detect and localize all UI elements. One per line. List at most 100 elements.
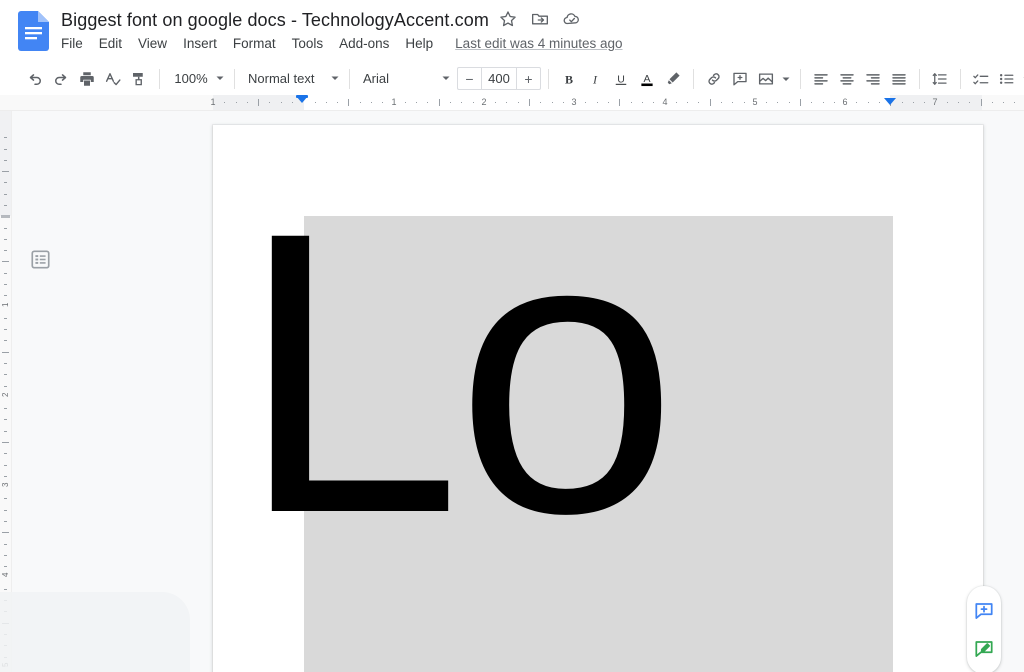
text-color-icon[interactable]: A <box>634 66 660 92</box>
ruler-number: 6 <box>842 97 848 107</box>
vruler-tick <box>4 453 7 455</box>
cloud-saved-icon[interactable] <box>562 9 582 29</box>
svg-text:A: A <box>643 73 650 85</box>
insert-image-dropdown-chevron-down-icon[interactable] <box>779 66 793 92</box>
horizontal-ruler[interactable]: 1 1 2 3 4 5 6 7 <box>0 95 1024 111</box>
vertical-scrollbar[interactable] <box>1017 111 1024 672</box>
ruler-tick <box>314 102 316 103</box>
ruler-tick <box>224 102 226 103</box>
menu-item-insert[interactable]: Insert <box>175 34 225 54</box>
vruler-tick <box>2 351 9 353</box>
page-title[interactable]: Biggest font on google docs - Technology… <box>61 10 489 31</box>
vruler-tick <box>4 317 7 319</box>
menu-item-edit[interactable]: Edit <box>91 34 130 54</box>
checklist-icon[interactable] <box>968 66 994 92</box>
last-edit-status[interactable]: Last edit was 4 minutes ago <box>455 34 622 54</box>
ruler-tick <box>743 102 745 103</box>
vruler-top-margin-zone <box>0 111 11 216</box>
vruler-tick <box>2 442 9 444</box>
ruler-tick <box>732 102 734 103</box>
menu-item-help[interactable]: Help <box>397 34 441 54</box>
ruler-tick <box>427 102 429 103</box>
line-spacing-icon[interactable] <box>927 66 953 92</box>
vruler-tick <box>4 148 7 150</box>
bulleted-list-dropdown-chevron-down-icon[interactable] <box>1020 66 1024 92</box>
star-icon[interactable] <box>498 9 518 29</box>
undo-icon[interactable] <box>22 66 48 92</box>
vruler-tick <box>2 532 9 534</box>
redo-icon[interactable] <box>48 66 74 92</box>
vruler-tick <box>4 238 7 240</box>
document-outline-icon[interactable] <box>30 249 51 270</box>
font-size-decrease-button[interactable]: − <box>457 67 481 90</box>
menu-item-view[interactable]: View <box>130 34 175 54</box>
ruler-tick <box>495 102 497 103</box>
paint-format-icon[interactable] <box>126 66 152 92</box>
print-icon[interactable] <box>74 66 100 92</box>
spellcheck-icon[interactable] <box>100 66 126 92</box>
align-right-icon[interactable] <box>860 66 886 92</box>
font-family-value: Arial <box>363 71 390 86</box>
ruler-tick <box>788 102 790 103</box>
ruler-tick <box>901 102 903 103</box>
vruler-tick <box>4 182 7 184</box>
italic-icon[interactable]: I <box>582 66 608 92</box>
menu-item-format[interactable]: Format <box>225 34 284 54</box>
ruler-tick <box>540 102 542 103</box>
toolbar-divider <box>800 68 801 89</box>
zoom-select[interactable]: 100% <box>167 66 227 92</box>
document-page[interactable]: Lo <box>213 125 983 672</box>
link-icon[interactable] <box>701 66 727 92</box>
menu-item-add-ons[interactable]: Add-ons <box>331 34 397 54</box>
menu-item-tools[interactable]: Tools <box>284 34 332 54</box>
vruler-tick <box>4 340 7 342</box>
highlight-pen-icon[interactable] <box>660 66 686 92</box>
insert-image-icon[interactable] <box>753 66 779 92</box>
bulleted-list-icon[interactable] <box>994 66 1020 92</box>
ruler-tick <box>969 102 971 103</box>
bottom-left-overlay-panel <box>0 592 190 672</box>
left-indent-marker[interactable] <box>296 96 308 103</box>
ruler-tick <box>438 99 440 106</box>
ruler-number: 1 <box>210 97 216 107</box>
font-size-input[interactable]: 400 <box>481 67 517 90</box>
comment-plus-icon[interactable] <box>972 599 996 623</box>
ruler-tick <box>404 102 406 103</box>
menu-item-file[interactable]: File <box>61 34 91 54</box>
title-bar-actions <box>498 9 582 29</box>
ruler-tick <box>856 102 858 103</box>
ruler-number: 1 <box>391 97 397 107</box>
ruler-number: 7 <box>932 97 938 107</box>
ruler-tick <box>280 102 282 103</box>
ruler-tick <box>596 102 598 103</box>
right-indent-marker[interactable] <box>884 98 896 105</box>
ruler-tick <box>641 102 643 103</box>
google-docs-window: Biggest font on google docs - Technology… <box>0 0 1024 672</box>
ruler-tick <box>585 102 587 103</box>
comment-pencil-icon[interactable] <box>972 637 996 661</box>
ruler-tick <box>1014 102 1016 103</box>
svg-text:U: U <box>617 73 625 85</box>
vruler-number: 4 <box>1 572 10 577</box>
ruler-tick <box>687 102 689 103</box>
align-left-icon[interactable] <box>808 66 834 92</box>
chevron-down-icon <box>441 70 451 88</box>
ruler-tick <box>822 102 824 103</box>
font-family-select[interactable]: Arial <box>357 66 453 92</box>
underline-icon[interactable]: U <box>608 66 634 92</box>
google-docs-logo-icon[interactable] <box>18 11 49 51</box>
font-size-increase-button[interactable]: + <box>517 67 541 90</box>
align-justify-icon[interactable] <box>886 66 912 92</box>
paragraph-style-select[interactable]: Normal text <box>242 66 342 92</box>
move-to-folder-icon[interactable] <box>530 9 550 29</box>
vertical-ruler[interactable]: 1 2 3 4 5 <box>0 111 12 672</box>
top-margin-marker[interactable] <box>1 215 10 218</box>
chevron-down-icon <box>215 70 225 88</box>
bold-icon[interactable]: B <box>556 66 582 92</box>
vruler-tick <box>2 261 9 263</box>
align-center-icon[interactable] <box>834 66 860 92</box>
ruler-tick <box>562 102 564 103</box>
document-body-text[interactable]: Lo <box>239 143 678 603</box>
ruler-tick <box>529 99 531 106</box>
add-comment-icon[interactable] <box>727 66 753 92</box>
